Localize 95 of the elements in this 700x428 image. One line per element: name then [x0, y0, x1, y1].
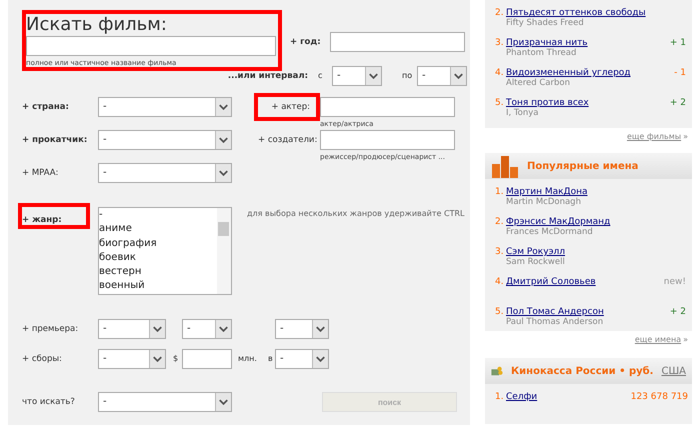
original-title: Fifty Shades Freed [506, 18, 584, 28]
rank-number: 2. [495, 8, 505, 20]
rank-number: 1. [495, 187, 505, 199]
currency-label: $ [173, 353, 180, 365]
chevron-icon: » [683, 132, 688, 141]
title-link[interactable]: Сэм Рокуэлл [506, 247, 566, 257]
title-link[interactable]: Пол Томас Андерсон [506, 307, 604, 317]
year-to-select[interactable]: - [417, 66, 467, 86]
caret-icon [365, 67, 381, 85]
rank-number: 3. [495, 38, 505, 50]
gross-select[interactable]: - [98, 349, 166, 369]
field-label: + создатели: [258, 134, 316, 147]
field-label: + прокатчик: [22, 134, 88, 147]
rank-change: - 1 [674, 68, 687, 80]
tab-link[interactable]: США [661, 366, 686, 376]
gross-input[interactable] [182, 349, 232, 369]
caret-icon [149, 350, 165, 368]
rank-number: 3. [495, 247, 505, 259]
title-link[interactable]: Мартин МакДона [506, 187, 588, 197]
list-option[interactable]: - [99, 208, 217, 222]
title-link[interactable]: Селфи [506, 392, 538, 402]
year-from-select[interactable]: - [332, 66, 382, 86]
field-label: в [268, 353, 274, 365]
original-title: Sam Rockwell [506, 257, 565, 267]
rank-change: + 2 [670, 98, 687, 110]
rank-change: + 2 [670, 307, 687, 319]
list-option[interactable]: аниме [99, 222, 217, 237]
scrollbar[interactable] [217, 208, 231, 294]
field-label: + премьера: [22, 323, 80, 336]
field-label: по [402, 70, 414, 82]
original-title: Martin McDonagh [506, 197, 581, 207]
search-title: Искать фильм: [26, 14, 168, 36]
original-title: Frances McDormand [506, 227, 593, 237]
field-label: + жанр: [22, 215, 62, 225]
caret-icon [312, 350, 328, 368]
dropdown-select[interactable]: - [98, 97, 232, 117]
caret-icon [312, 320, 328, 338]
field-label: + год: [290, 36, 322, 49]
dropdown-select[interactable]: - [98, 130, 232, 150]
field-label: с [318, 70, 324, 82]
more-link[interactable]: еще имена [634, 335, 682, 344]
title-link[interactable]: Тоня против всех [506, 98, 589, 108]
type-select[interactable]: - [98, 392, 232, 412]
rank-change: + 1 [670, 38, 687, 50]
genre-listbox[interactable]: - аниме биография боевик вестерн военный [98, 207, 232, 295]
genre-hint: для выбора нескольких жанров удерживайте CTRL [247, 208, 464, 220]
text-input[interactable] [320, 130, 455, 150]
caret-icon [215, 164, 231, 182]
original-title: Phantom Thread [506, 48, 576, 58]
caret-icon [215, 131, 231, 149]
text-input[interactable] [320, 97, 455, 117]
caret-icon [215, 320, 231, 338]
gross-amount: 123 678 719 [630, 392, 689, 404]
list-option[interactable]: биография [99, 236, 217, 251]
title-link[interactable]: Дмитрий Соловьев [506, 277, 596, 287]
month-select[interactable]: - [182, 319, 232, 339]
year-select[interactable]: - [275, 319, 329, 339]
chevron-icon: » [683, 335, 688, 344]
year-input[interactable] [330, 32, 465, 52]
list-option[interactable]: военный [99, 279, 217, 294]
dropdown-select[interactable]: - [98, 163, 232, 183]
rank-change: new! [664, 277, 687, 289]
caret-icon [215, 393, 231, 411]
rank-number: 2. [495, 217, 505, 229]
original-title: Paul Thomas Anderson [506, 317, 604, 327]
caret-icon [450, 67, 466, 85]
rank-number: 5. [495, 307, 505, 319]
original-title: I, Tonya [506, 108, 538, 118]
rank-number: 5. [495, 98, 505, 110]
rank-number: 4. [495, 277, 505, 289]
rank-number: 1. [495, 392, 505, 404]
rank-number: 4. [495, 68, 505, 80]
unit-label: млн. [238, 353, 258, 365]
title-link[interactable]: Призрачная нить [506, 38, 588, 48]
title-link[interactable]: Видоизмененный углерод [506, 68, 631, 78]
section-title: Популярные имена [527, 160, 640, 172]
list-option[interactable]: вестерн [99, 265, 217, 280]
podium-icon [491, 154, 519, 178]
section-title: Кинокасса России • руб. [511, 366, 654, 376]
caret-icon [215, 98, 231, 116]
field-label: + страна: [22, 101, 70, 114]
list-option[interactable]: боевик [99, 250, 217, 266]
caret-icon [149, 320, 165, 338]
field-label: + сборы: [22, 353, 63, 366]
original-title: Altered Carbon [506, 78, 570, 88]
currency-select[interactable]: - [275, 349, 329, 369]
field-label: ...или интервал: [226, 70, 308, 83]
title-link[interactable]: Фрэнсис МакДорманд [506, 217, 610, 227]
title-link[interactable]: Пятьдесят оттенков свободы [506, 8, 646, 18]
title-input[interactable] [26, 36, 276, 56]
field-label: что искать? [22, 396, 76, 409]
day-select[interactable]: - [98, 319, 166, 339]
more-link[interactable]: еще фильмы [626, 132, 682, 141]
field-label: + актер: [270, 101, 311, 114]
field-label: + MPAA: [22, 167, 60, 180]
